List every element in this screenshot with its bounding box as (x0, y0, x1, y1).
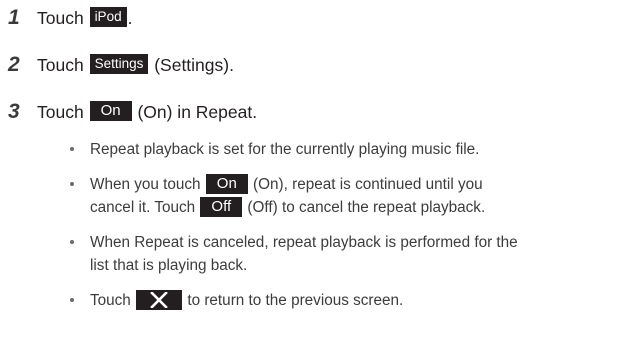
note-text: When you touch (90, 176, 205, 193)
step-number: 1 (8, 6, 20, 29)
note-item: Touch to return to the previous screen. (67, 289, 619, 312)
settings-key: Settings (89, 54, 149, 74)
bullet-dot (70, 182, 74, 186)
step-1: 1 Touch iPod . (8, 6, 132, 30)
note-text: (Off) to cancel the repeat playback. (243, 199, 486, 216)
step-number: 2 (8, 53, 20, 76)
note-text: cancel it. Touch (90, 199, 200, 216)
on-key: On (89, 101, 132, 121)
note-text: Touch (90, 292, 136, 309)
note-item: Repeat playback is set for the currently… (67, 138, 619, 161)
step-3: 3 Touch On (On) in Repeat. (8, 100, 257, 124)
step-text-suffix: . (127, 8, 133, 28)
close-x-icon (136, 289, 183, 310)
off-key: Off (200, 196, 243, 217)
on-key: On (205, 173, 248, 194)
note-text: When Repeat is canceled, repeat playback… (90, 234, 518, 251)
step-text: Touch (37, 8, 89, 28)
bullet-dot (70, 240, 74, 244)
bullet-dot (70, 147, 74, 151)
step-text-suffix: (On) in Repeat. (132, 102, 258, 122)
step-2: 2 Touch Settings (Settings). (8, 53, 234, 77)
note-text: Repeat playback is set for the currently… (90, 141, 480, 158)
note-text: (On), repeat is continued until you (248, 176, 483, 193)
note-item: When Repeat is canceled, repeat playback… (67, 231, 619, 277)
note-item: When you touch On (On), repeat is contin… (67, 173, 619, 219)
bullet-dot (70, 298, 74, 302)
step-text: Touch (37, 55, 89, 75)
ipod-key: iPod (89, 7, 127, 27)
notes-list: Repeat playback is set for the currently… (67, 138, 619, 324)
note-text: list that is playing back. (90, 257, 248, 274)
step-text: Touch (37, 102, 89, 122)
note-text: to return to the previous screen. (183, 292, 404, 309)
step-text-suffix: (Settings). (149, 55, 234, 75)
step-number: 3 (8, 100, 20, 123)
